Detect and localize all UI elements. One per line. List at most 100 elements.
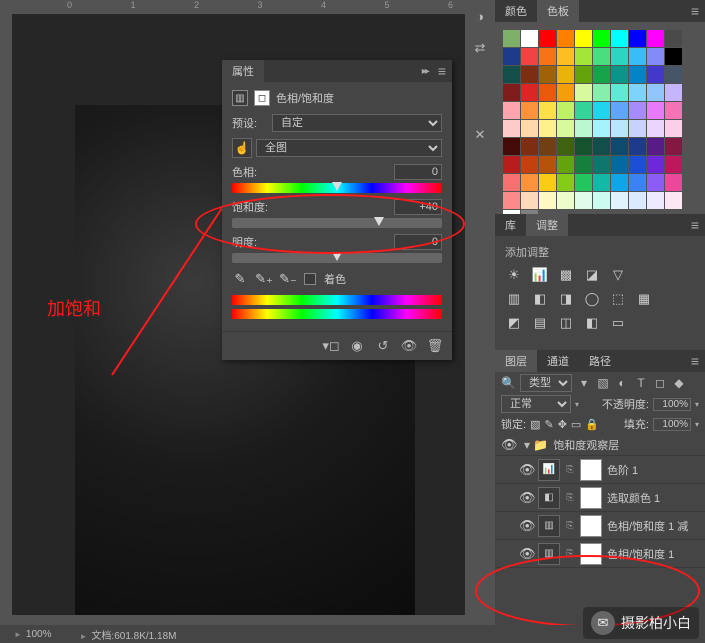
zoom-level[interactable]: 100% (10, 629, 52, 640)
swatch[interactable] (593, 48, 610, 65)
swatch[interactable] (629, 102, 646, 119)
hue-slider[interactable] (232, 183, 442, 193)
swatch[interactable] (665, 156, 682, 173)
layer-filter-select[interactable]: 类型 (520, 374, 572, 392)
swatch[interactable] (575, 192, 592, 209)
swatch[interactable] (593, 66, 610, 83)
swatch[interactable] (557, 192, 574, 209)
toggle-visibility-icon[interactable]: 👁 (400, 338, 418, 354)
hue-input[interactable] (394, 164, 442, 180)
swatch[interactable] (647, 48, 664, 65)
mask-thumb[interactable] (580, 487, 602, 509)
swatch[interactable] (521, 156, 538, 173)
swatch[interactable] (557, 174, 574, 191)
swatch[interactable] (665, 192, 682, 209)
clip-icon[interactable]: ▾◻ (322, 338, 340, 354)
swatch[interactable] (629, 66, 646, 83)
swatch[interactable] (593, 156, 610, 173)
close-panel-icon[interactable]: ✕ (469, 124, 491, 146)
opacity-input[interactable] (653, 398, 691, 411)
targeted-tool-icon[interactable]: ☝ (232, 138, 252, 158)
swatch[interactable] (539, 156, 556, 173)
swatch[interactable] (665, 48, 682, 65)
filter-shape-icon[interactable]: ◻ (653, 376, 667, 390)
tab-library[interactable]: 库 (495, 214, 526, 236)
selective-icon[interactable]: ◧ (583, 314, 601, 332)
fill-input[interactable] (653, 418, 691, 431)
swatch[interactable] (611, 48, 628, 65)
blend-mode-select[interactable]: 正常 (501, 395, 571, 413)
swatch[interactable] (665, 138, 682, 155)
swatch[interactable] (521, 30, 538, 47)
visibility-icon[interactable]: 👁 (519, 462, 533, 478)
tab-channels[interactable]: 通道 (537, 350, 579, 372)
layer-group[interactable]: 👁▾ 📁饱和度观察层 (495, 434, 705, 456)
eyedropper-add-icon[interactable]: ✎₊ (256, 271, 272, 287)
layer-row[interactable]: 👁▥⎘色相/饱和度 1 减 (495, 512, 705, 540)
swatch[interactable] (611, 30, 628, 47)
swatch[interactable] (539, 30, 556, 47)
layer-row[interactable]: 👁▥⎘色相/饱和度 1 (495, 540, 705, 568)
exposure-icon[interactable]: ◪ (583, 266, 601, 284)
tab-paths[interactable]: 路径 (579, 350, 621, 372)
layer-row[interactable]: 👁📊⎘色阶 1 (495, 456, 705, 484)
swatch[interactable] (575, 48, 592, 65)
swatch[interactable] (593, 30, 610, 47)
swatch[interactable] (611, 174, 628, 191)
preset-select[interactable]: 自定 (272, 114, 442, 132)
invert-icon[interactable]: ◩ (505, 314, 523, 332)
tool-icon[interactable]: ◑ (469, 5, 491, 27)
swatch[interactable] (593, 192, 610, 209)
filter-pixel-icon[interactable]: ▧ (596, 376, 610, 390)
swatch[interactable] (539, 192, 556, 209)
swatch[interactable] (557, 138, 574, 155)
swatch[interactable] (521, 120, 538, 137)
swatch[interactable] (557, 66, 574, 83)
swatch[interactable] (557, 84, 574, 101)
swatch[interactable] (629, 120, 646, 137)
swatch[interactable] (647, 102, 664, 119)
swatch[interactable] (629, 156, 646, 173)
bw-icon[interactable]: ◨ (557, 290, 575, 308)
swatch[interactable] (575, 30, 592, 47)
swatch[interactable] (647, 174, 664, 191)
swatch[interactable] (665, 174, 682, 191)
swatch[interactable] (575, 156, 592, 173)
lock-artb-icon[interactable]: ▭ (571, 418, 581, 431)
mask-thumb[interactable] (580, 543, 602, 565)
lock-pos-icon[interactable]: ✥ (558, 418, 567, 431)
swatch[interactable] (503, 192, 520, 209)
swatch[interactable] (611, 138, 628, 155)
saturation-input[interactable] (394, 199, 442, 215)
visibility-icon[interactable]: 👁 (519, 490, 533, 506)
eyedropper-icon[interactable]: ✎ (232, 271, 248, 287)
swatch[interactable] (575, 120, 592, 137)
swatches-grid[interactable] (495, 22, 705, 214)
lightness-slider[interactable] (232, 253, 442, 263)
swatch[interactable] (593, 120, 610, 137)
swatch[interactable] (521, 66, 538, 83)
tab-adjustments[interactable]: 调整 (526, 214, 568, 236)
tab-swatches[interactable]: 色板 (537, 0, 579, 22)
filter-type-icon[interactable]: T (634, 376, 648, 390)
swatch[interactable] (629, 192, 646, 209)
swatch[interactable] (575, 138, 592, 155)
layer-name[interactable]: 色相/饱和度 1 (607, 546, 674, 562)
saturation-slider[interactable] (232, 218, 442, 228)
layer-row[interactable]: 👁◧⎘选取颜色 1 (495, 484, 705, 512)
swatch[interactable] (575, 102, 592, 119)
swatch[interactable] (521, 138, 538, 155)
swatch[interactable] (629, 48, 646, 65)
range-select[interactable]: 全图 (256, 139, 442, 157)
vibrance-icon[interactable]: ▽ (609, 266, 627, 284)
swatch[interactable] (629, 84, 646, 101)
swatch[interactable] (503, 138, 520, 155)
swatch[interactable] (539, 102, 556, 119)
swatch[interactable] (521, 174, 538, 191)
swatch[interactable] (557, 102, 574, 119)
swatch[interactable] (521, 48, 538, 65)
swatch[interactable] (521, 192, 538, 209)
swatch[interactable] (665, 120, 682, 137)
swatch[interactable] (665, 102, 682, 119)
swatch[interactable] (503, 120, 520, 137)
